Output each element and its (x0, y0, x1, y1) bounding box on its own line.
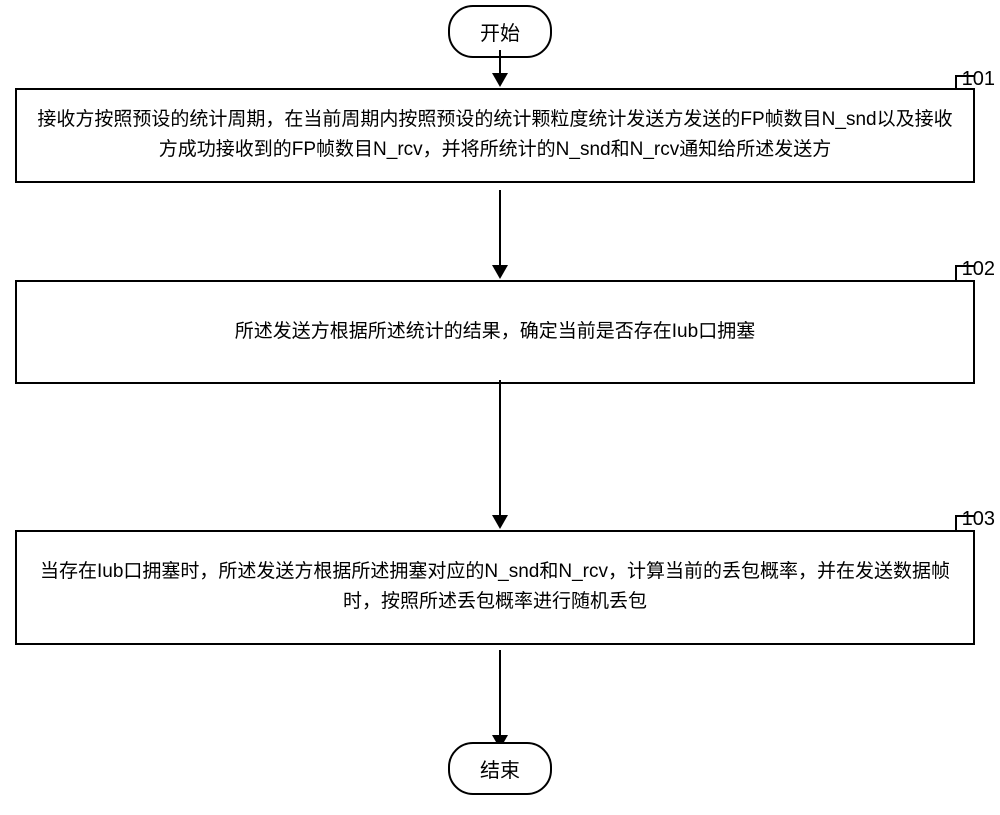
label-connector-103 (955, 515, 975, 530)
process-box-101: 接收方按照预设的统计周期，在当前周期内按照预设的统计颗粒度统计发送方发送的FP帧… (15, 88, 975, 183)
process-box-103: 当存在Iub口拥塞时，所述发送方根据所述拥塞对应的N_snd和N_rcv，计算当… (15, 530, 975, 645)
flowchart-container: 开始 101 接收方按照预设的统计周期，在当前周期内按照预设的统计颗粒度统计发送… (0, 0, 1000, 815)
start-label: 开始 (480, 23, 520, 45)
process-box-102: 所述发送方根据所述统计的结果，确定当前是否存在Iub口拥塞 (15, 280, 975, 384)
end-label: 结束 (480, 760, 520, 782)
arrow-103-to-end (499, 650, 501, 747)
arrow-102-to-103 (499, 380, 501, 527)
arrow-101-to-102 (499, 190, 501, 277)
label-connector-102 (955, 265, 975, 280)
end-terminal: 结束 (448, 742, 552, 795)
process-text-102: 所述发送方根据所述统计的结果，确定当前是否存在Iub口拥塞 (235, 321, 755, 342)
process-text-101: 接收方按照预设的统计周期，在当前周期内按照预设的统计颗粒度统计发送方发送的FP帧… (37, 109, 952, 160)
process-text-103: 当存在Iub口拥塞时，所述发送方根据所述拥塞对应的N_snd和N_rcv，计算当… (40, 561, 950, 612)
arrow-start-to-101 (499, 50, 501, 85)
